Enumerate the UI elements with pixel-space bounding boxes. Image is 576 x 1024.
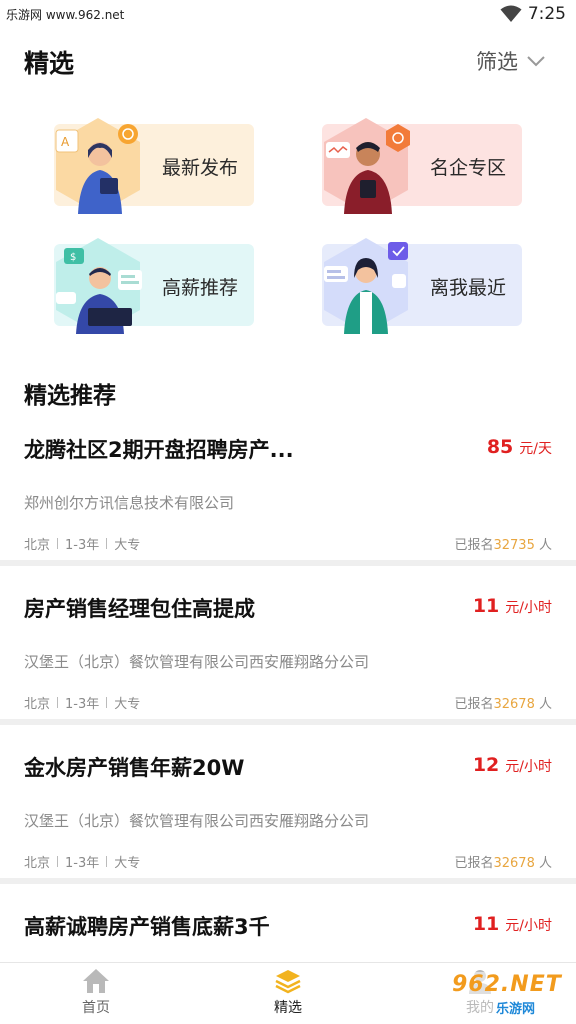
nav-selected-label: 精选 <box>274 1000 302 1016</box>
tag-divider <box>106 538 108 549</box>
category-label: 名企专区 <box>430 157 507 179</box>
chevron-down-icon <box>527 56 545 67</box>
tag-experience: 1-3年 <box>65 697 100 712</box>
category-grid: A 最新发布 名企专区 $ 高薪推荐 离我最近 <box>0 110 576 342</box>
tag-education: 大专 <box>114 538 141 553</box>
signup-prefix: 已报名 <box>454 856 494 871</box>
job-title: 高薪诚聘房产销售底薪3千 <box>24 915 270 939</box>
category-latest[interactable]: A 最新发布 <box>54 118 254 214</box>
signup-suffix: 人 <box>538 538 552 553</box>
job-tags: 北京 1-3年 大专 <box>24 693 140 712</box>
signup-number: 32678 <box>493 856 535 871</box>
page-header: 精选 筛选 <box>0 30 576 92</box>
svg-text:$: $ <box>70 252 76 263</box>
signup-count: 已报名32678 人 <box>454 693 552 712</box>
category-high-salary[interactable]: $ 高薪推荐 <box>54 238 254 334</box>
tag-divider <box>57 856 59 867</box>
page-title: 精选 <box>24 49 75 78</box>
status-bar-time: 7:25 <box>527 4 566 24</box>
site-watermark: 962.NET 乐游网 <box>446 968 570 1020</box>
nearby-illustration-icon <box>324 238 408 334</box>
layers-icon <box>275 970 301 994</box>
tag-experience: 1-3年 <box>65 538 100 553</box>
company-name: 汉堡王（北京）餐饮管理有限公司西安雁翔路分公司 <box>24 653 370 671</box>
job-card[interactable]: 龙腾社区2期开盘招聘房产... 85 元/天 郑州创尔方讯信息技术有限公司 北京 … <box>0 420 576 570</box>
company-name: 汉堡王（北京）餐饮管理有限公司西安雁翔路分公司 <box>24 812 370 830</box>
card-divider <box>0 878 576 884</box>
nav-home[interactable]: 首页 <box>56 967 136 1023</box>
signup-count: 已报名32678 人 <box>454 852 552 871</box>
salary-unit: 元/天 <box>519 441 552 457</box>
job-card[interactable]: 房产销售经理包住高提成 11 元/小时 汉堡王（北京）餐饮管理有限公司西安雁翔路分… <box>0 579 576 729</box>
latest-illustration-icon: A <box>55 118 140 214</box>
job-tags: 北京 1-3年 大专 <box>24 852 140 871</box>
tag-divider <box>106 856 108 867</box>
filter-label: 筛选 <box>476 50 518 74</box>
nav-home-label: 首页 <box>82 1000 110 1016</box>
tag-location: 北京 <box>24 856 51 871</box>
job-salary: 11 元/小时 <box>473 595 552 617</box>
signup-number: 32678 <box>493 697 535 712</box>
card-divider <box>0 560 576 566</box>
salary-amount: 11 <box>472 595 500 617</box>
status-bar: 乐游网 www.962.net 7:25 <box>0 0 576 30</box>
svg-text:A: A <box>61 135 70 149</box>
category-famous-companies[interactable]: 名企专区 <box>322 118 522 214</box>
tag-divider <box>57 538 59 549</box>
job-salary: 12 元/小时 <box>473 754 552 776</box>
tag-divider <box>106 697 108 708</box>
job-title: 龙腾社区2期开盘招聘房产... <box>24 438 294 462</box>
nav-selected[interactable]: 精选 <box>248 967 328 1023</box>
card-divider <box>0 719 576 725</box>
tag-location: 北京 <box>24 538 51 553</box>
signup-prefix: 已报名 <box>454 538 494 553</box>
tag-experience: 1-3年 <box>65 856 100 871</box>
signup-suffix: 人 <box>538 856 552 871</box>
signup-count: 已报名32735 人 <box>454 534 552 553</box>
salary-unit: 元/小时 <box>505 918 552 934</box>
job-card[interactable]: 高薪诚聘房产销售底薪3千 11 元/小时 <box>0 897 576 962</box>
category-nearby[interactable]: 离我最近 <box>322 238 522 334</box>
job-salary: 11 元/小时 <box>473 913 552 935</box>
category-label: 最新发布 <box>162 157 239 179</box>
salary-unit: 元/小时 <box>505 759 552 775</box>
tag-education: 大专 <box>114 697 141 712</box>
tag-education: 大专 <box>114 856 141 871</box>
home-icon <box>83 969 109 993</box>
signup-number: 32735 <box>493 538 535 553</box>
wifi-icon <box>500 5 522 22</box>
job-tags: 北京 1-3年 大专 <box>24 534 140 553</box>
status-bar-site-text: 乐游网 www.962.net <box>6 8 125 22</box>
company-name: 郑州创尔方讯信息技术有限公司 <box>24 494 235 512</box>
salary-amount: 12 <box>472 754 500 776</box>
signup-suffix: 人 <box>538 697 552 712</box>
salary-amount: 11 <box>472 913 500 935</box>
category-label: 离我最近 <box>430 277 507 299</box>
filter-button[interactable]: 筛选 <box>476 46 546 76</box>
job-title: 金水房产销售年薪20W <box>24 756 245 780</box>
tag-divider <box>57 697 59 708</box>
watermark-subtext: 乐游网 <box>496 1002 536 1017</box>
companies-illustration-icon <box>324 118 410 214</box>
section-title: 精选推荐 <box>24 383 116 409</box>
tag-location: 北京 <box>24 697 51 712</box>
category-label: 高薪推荐 <box>162 277 239 299</box>
job-title: 房产销售经理包住高提成 <box>24 597 255 621</box>
job-salary: 85 元/天 <box>487 436 552 458</box>
salary-amount: 85 <box>486 436 514 458</box>
watermark-text: 962.NET <box>452 972 562 997</box>
signup-prefix: 已报名 <box>454 697 494 712</box>
salary-unit: 元/小时 <box>505 600 552 616</box>
job-card[interactable]: 金水房产销售年薪20W 12 元/小时 汉堡王（北京）餐饮管理有限公司西安雁翔路分… <box>0 738 576 888</box>
salary-illustration-icon: $ <box>56 238 142 334</box>
